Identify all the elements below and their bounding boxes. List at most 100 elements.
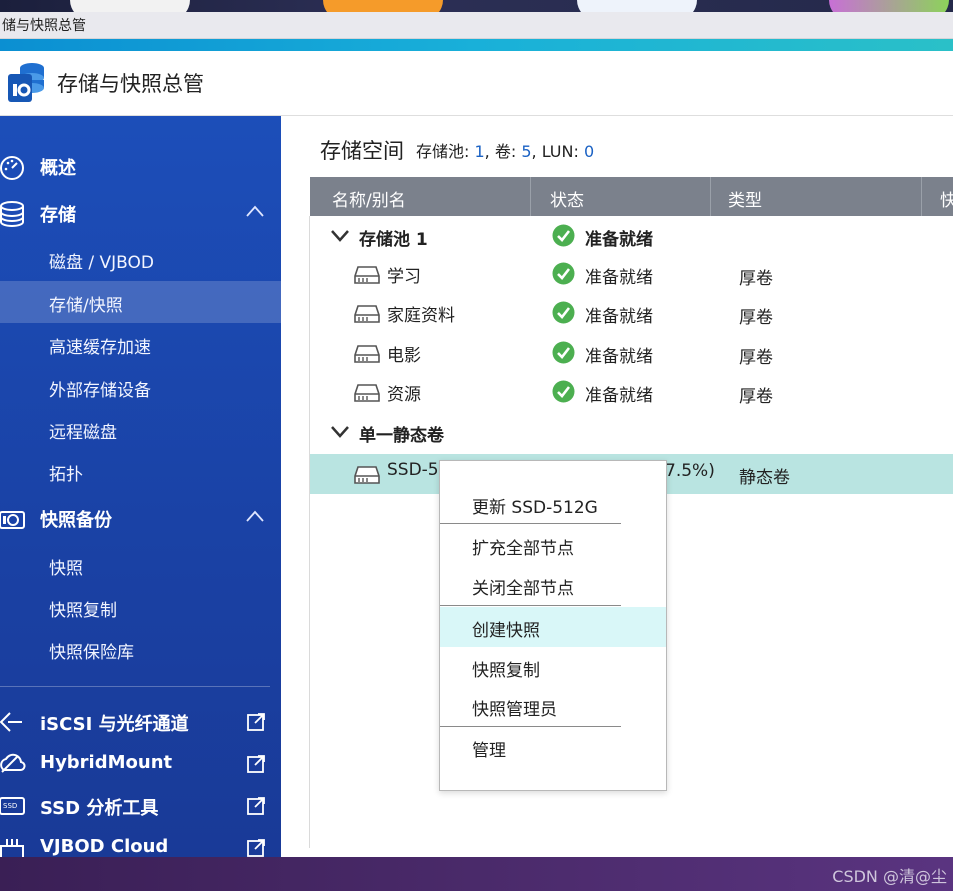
check-circle-icon: [552, 301, 575, 324]
column-header-name[interactable]: 名称/别名: [332, 186, 406, 211]
table-row[interactable]: 电影 准备就绪 厚卷: [310, 333, 953, 373]
column-header-status[interactable]: 状态: [550, 186, 584, 211]
volume-icon: [354, 466, 380, 484]
chevron-down-icon[interactable]: [330, 425, 350, 438]
volume-type: 厚卷: [739, 269, 773, 289]
iscsi-icon: [0, 712, 22, 732]
menu-item-expand-all[interactable]: 扩充全部节点: [440, 525, 666, 565]
cloud-mount-icon: [0, 753, 26, 773]
storage-summary: 存储池: 1, 卷: 5, LUN: 0: [416, 142, 595, 161]
sidebar-group-snapshot-backup[interactable]: 快照备份: [0, 498, 281, 538]
desktop-app-icon[interactable]: [829, 0, 949, 12]
table-row-group[interactable]: 单一静态卷: [310, 412, 953, 452]
desktop-background: [0, 0, 953, 12]
sidebar-link-label: iSCSI 与光纤通道: [40, 714, 189, 735]
sidebar-group-label: 存储: [40, 205, 76, 226]
window-title: 储与快照总管: [2, 18, 86, 34]
volume-type: 静态卷: [739, 468, 790, 488]
sidebar-item-remote-disk[interactable]: 远程磁盘: [0, 408, 281, 450]
table-row[interactable]: 资源 准备就绪 厚卷: [310, 372, 953, 412]
chevron-up-icon[interactable]: [246, 510, 264, 522]
status-text: 准备就绪: [585, 347, 653, 367]
accent-bar: [0, 39, 953, 51]
volume-icon: [354, 266, 380, 284]
sidebar-item-snapshot-replica[interactable]: 快照复制: [0, 586, 281, 628]
chevron-up-icon[interactable]: [246, 205, 264, 217]
sidebar-item-snapshot-vault[interactable]: 快照保险库: [0, 628, 281, 670]
menu-item-collapse-all[interactable]: 关闭全部节点: [440, 565, 666, 605]
volume-type: 厚卷: [739, 348, 773, 368]
volume-name: 学习: [387, 267, 421, 287]
column-header-type[interactable]: 类型: [728, 186, 762, 211]
watermark: CSDN @清@尘: [832, 867, 947, 886]
external-link-icon[interactable]: [246, 754, 266, 774]
menu-item-create-snapshot[interactable]: 创建快照: [440, 607, 666, 647]
desktop-app-icon[interactable]: [577, 0, 697, 12]
status-text: 准备就绪: [585, 230, 653, 250]
database-icon: [0, 201, 24, 227]
svg-text:SSD: SSD: [3, 802, 17, 810]
sidebar-link-ssd-tool[interactable]: SSD SSD 分析工具: [0, 786, 281, 826]
sidebar: 概述 存储 磁盘 / VJBOD 存储/快照 高速缓存加速 外部存储设备 远程磁…: [0, 116, 281, 858]
menu-divider: [440, 523, 621, 524]
sidebar-link-iscsi[interactable]: iSCSI 与光纤通道: [0, 702, 281, 742]
volume-name: 电影: [387, 346, 421, 366]
lun-count: 0: [583, 142, 595, 161]
volume-name: SSD-5: [387, 460, 439, 480]
camera-icon: [0, 511, 25, 529]
sidebar-item-cache[interactable]: 高速缓存加速: [0, 323, 281, 365]
sidebar-item-topology[interactable]: 拓扑: [0, 450, 281, 492]
chevron-down-icon[interactable]: [330, 229, 350, 242]
sidebar-item-snapshot[interactable]: 快照: [0, 544, 281, 586]
sidebar-item-external-storage[interactable]: 外部存储设备: [0, 366, 281, 408]
sidebar-link-label: SSD 分析工具: [40, 798, 159, 819]
sidebar-group-overview[interactable]: 概述: [0, 146, 281, 186]
sidebar-group-storage[interactable]: 存储: [0, 193, 281, 233]
menu-item-refresh[interactable]: 更新 SSD-512G: [440, 484, 666, 524]
sidebar-item-disks[interactable]: 磁盘 / VJBOD: [0, 238, 281, 280]
check-circle-icon: [552, 224, 575, 247]
volume-icon: [354, 384, 380, 402]
app-header: 存储与快照总管: [0, 51, 953, 116]
sidebar-link-label: HybridMount: [40, 752, 173, 773]
menu-item-snapshot-manager[interactable]: 快照管理员: [440, 686, 666, 726]
ssd-icon: SSD: [0, 797, 25, 815]
external-link-icon[interactable]: [246, 838, 266, 858]
menu-item-manage[interactable]: 管理: [440, 727, 666, 767]
volume-type: 厚卷: [739, 387, 773, 407]
menu-item-snapshot-replica[interactable]: 快照复制: [440, 647, 666, 687]
volume-icon: [354, 345, 380, 363]
app-title: 存储与快照总管: [57, 72, 204, 96]
sidebar-link-hybridmount[interactable]: HybridMount: [0, 744, 281, 784]
sidebar-group-label: 概述: [40, 158, 76, 179]
group-name: 单一静态卷: [359, 426, 444, 446]
sidebar-item-storage-snapshots[interactable]: 存储/快照: [0, 281, 281, 323]
volume-count: 5: [521, 142, 532, 161]
table-row-group[interactable]: 存储池 1 准备就绪: [310, 216, 953, 256]
status-text: 准备就绪: [585, 386, 653, 406]
page-title: 存储空间: [320, 139, 404, 163]
volume-name: 资源: [387, 385, 421, 405]
external-link-icon[interactable]: [246, 796, 266, 816]
sidebar-link-vjbod-cloud[interactable]: VJBOD Cloud: [0, 828, 281, 858]
group-name: 存储池 1: [359, 230, 428, 250]
volume-icon: [354, 305, 380, 323]
check-circle-icon: [552, 262, 575, 285]
volume-name: 家庭资料: [387, 306, 455, 326]
sidebar-divider: [0, 686, 270, 687]
desktop-taskbar: CSDN @清@尘: [0, 857, 953, 891]
status-text: 准备就绪: [585, 307, 653, 327]
column-header-snapshot[interactable]: 快: [940, 186, 953, 211]
external-link-icon[interactable]: [246, 712, 266, 732]
storage-app-icon: [8, 63, 44, 102]
window-titlebar[interactable]: 储与快照总管: [0, 12, 953, 39]
sidebar-link-label: VJBOD Cloud: [40, 836, 169, 857]
desktop-app-icon[interactable]: [70, 0, 190, 12]
status-text: 准备就绪: [585, 268, 653, 288]
check-circle-icon: [552, 380, 575, 403]
status-text: 7.5%): [665, 461, 715, 481]
vjbod-cloud-icon: [0, 839, 24, 858]
table-row[interactable]: 家庭资料 准备就绪 厚卷: [310, 293, 953, 333]
desktop-app-icon[interactable]: [323, 0, 443, 12]
table-row[interactable]: 学习 准备就绪 厚卷: [310, 254, 953, 294]
